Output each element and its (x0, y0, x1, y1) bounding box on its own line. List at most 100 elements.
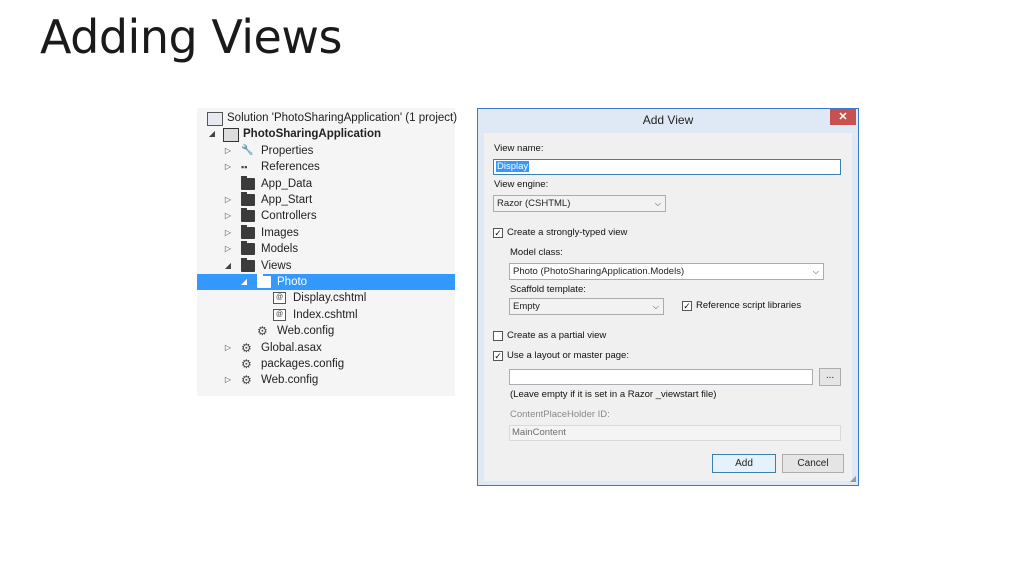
expand-arrow-icon[interactable]: ▷ (223, 225, 233, 241)
chevron-down-icon: ⌵ (654, 199, 661, 208)
collapse-arrow-icon[interactable]: ◢ (223, 258, 233, 274)
collapse-arrow-icon[interactable]: ◢ (207, 126, 217, 142)
model-class-label: Model class: (510, 247, 563, 258)
slide-title: Adding Views (40, 10, 342, 64)
expand-arrow-icon[interactable]: ▷ (223, 372, 233, 388)
tree-item-label: References (261, 161, 320, 174)
tree-item[interactable]: ◢ PhotoSharingApplication (197, 126, 455, 143)
folder-icon (241, 224, 255, 239)
open-folder-icon (241, 257, 255, 272)
partial-view-label: Create as a partial view (507, 330, 607, 341)
add-button[interactable]: Add (712, 454, 776, 473)
tree-item-label: Photo (277, 276, 308, 288)
close-button[interactable]: ✕ (830, 109, 856, 125)
expand-arrow-icon[interactable]: ▷ (223, 159, 233, 175)
resize-grip-icon[interactable]: ◢ (850, 474, 856, 483)
folder-icon (241, 208, 255, 223)
tree-item[interactable]: ▷ ⚙ Global.asax (197, 340, 455, 356)
project-icon (223, 128, 239, 143)
solution-icon (207, 112, 223, 126)
chevron-down-icon: ⌵ (652, 302, 659, 311)
tree-item[interactable]: ▷ ⚙ Web.config (197, 372, 455, 388)
tree-item-label: Solution 'PhotoSharingApplication' (1 pr… (227, 112, 458, 124)
dialog-title: Add View (642, 113, 694, 127)
tree-item[interactable]: ◢ Photo (197, 274, 455, 290)
config-file-icon: ⚙ (241, 373, 252, 388)
tree-item[interactable]: Solution 'PhotoSharingApplication' (1 pr… (197, 110, 458, 126)
expand-arrow-icon[interactable]: ▷ (223, 143, 233, 159)
view-engine-select[interactable]: Razor (CSHTML) ⌵ (493, 195, 666, 212)
use-layout-checkbox[interactable]: ✓ (493, 351, 503, 361)
tree-item-label: Controllers (261, 210, 317, 223)
tree-item[interactable]: ▷ Images (197, 224, 455, 241)
placeholder-id-input[interactable]: MainContent (509, 425, 841, 441)
tree-item-label: App_Start (261, 194, 313, 206)
tree-item[interactable]: ⚙ packages.config (197, 356, 455, 372)
tree-item[interactable]: ▷ Controllers (197, 208, 455, 224)
tree-item[interactable]: App_Data (197, 175, 455, 192)
expand-arrow-icon[interactable]: ▷ (223, 208, 233, 224)
references-icon: ▪▪ (241, 162, 248, 173)
tree-item-label: Models (261, 243, 299, 256)
config-file-icon: ⚙ (241, 340, 252, 355)
layout-hint: (Leave empty if it is set in a Razor _vi… (510, 389, 717, 400)
cshtml-file-icon: @ (273, 292, 286, 305)
model-class-select[interactable]: Photo (PhotoSharingApplication.Models) ⌵ (509, 263, 824, 280)
tree-item[interactable]: ▷ App_Start (197, 192, 455, 208)
check-icon: ✓ (683, 301, 691, 311)
view-name-input[interactable]: Display (493, 159, 841, 175)
tree-item[interactable]: ▷ ▪▪ References (197, 159, 455, 175)
view-name-label: View name: (494, 143, 544, 154)
folder-icon (241, 175, 255, 190)
view-engine-label: View engine: (494, 179, 549, 190)
view-engine-value: Razor (CSHTML) (497, 198, 571, 209)
browse-button[interactable]: ... (819, 368, 841, 386)
dialog-client-area: View name: Display View engine: Razor (C… (484, 133, 852, 481)
folder-icon (241, 192, 255, 206)
strongly-typed-label: Create a strongly-typed view (507, 227, 628, 238)
tree-item-label: Views (261, 259, 292, 272)
tree-item[interactable]: @ Display.cshtml (197, 290, 455, 306)
tree-item[interactable]: ▷ Models (197, 241, 455, 257)
open-folder-icon (257, 274, 271, 288)
solution-explorer: Solution 'PhotoSharingApplication' (1 pr… (197, 108, 458, 396)
tree-item-label: Display.cshtml (293, 292, 367, 305)
reference-scripts-checkbox[interactable]: ✓ (682, 301, 692, 311)
placeholder-id-label: ContentPlaceHolder ID: (510, 409, 610, 420)
tree-item-label: Web.config (261, 374, 319, 387)
expand-arrow-icon[interactable]: ▷ (223, 241, 233, 257)
collapse-arrow-icon[interactable]: ◢ (239, 274, 249, 290)
scaffold-template-select[interactable]: Empty ⌵ (509, 298, 664, 315)
wrench-icon: 🔧 (241, 144, 254, 156)
expand-arrow-icon[interactable]: ▷ (223, 340, 233, 356)
tree-item-label: PhotoSharingApplication (243, 128, 381, 141)
partial-view-checkbox[interactable] (493, 331, 503, 341)
check-icon: ✓ (494, 351, 502, 361)
tree-item[interactable]: ⚙ Web.config (197, 323, 455, 339)
use-layout-label: Use a layout or master page: (507, 350, 629, 361)
tree-item-label: Images (261, 226, 299, 239)
cancel-button[interactable]: Cancel (782, 454, 844, 473)
tree-item-label: Index.cshtml (293, 308, 358, 321)
scaffold-template-value: Empty (513, 301, 540, 312)
tree-item-label: Properties (261, 144, 314, 157)
cshtml-file-icon: @ (273, 308, 286, 321)
model-class-value: Photo (PhotoSharingApplication.Models) (513, 266, 685, 277)
add-view-dialog: Add View ✕ View name: Display View engin… (477, 108, 859, 486)
expand-arrow-icon[interactable]: ▷ (223, 192, 233, 208)
check-icon: ✓ (494, 228, 502, 238)
strongly-typed-checkbox[interactable]: ✓ (493, 228, 503, 238)
tree-item-label: Global.asax (261, 341, 322, 354)
view-name-value: Display (496, 161, 530, 172)
config-file-icon: ⚙ (257, 324, 268, 339)
tree-item[interactable]: ◢ Views (197, 257, 455, 274)
chevron-down-icon: ⌵ (812, 267, 819, 276)
tree-item[interactable]: ▷ 🔧 Properties (197, 143, 455, 159)
scaffold-template-label: Scaffold template: (510, 284, 586, 295)
tree-item[interactable]: @ Index.cshtml (197, 307, 455, 323)
config-file-icon: ⚙ (241, 357, 252, 371)
tree-item-label: App_Data (261, 177, 313, 190)
tree-item-label: Web.config (277, 325, 335, 338)
layout-path-input[interactable] (509, 369, 813, 385)
folder-icon (241, 241, 255, 256)
